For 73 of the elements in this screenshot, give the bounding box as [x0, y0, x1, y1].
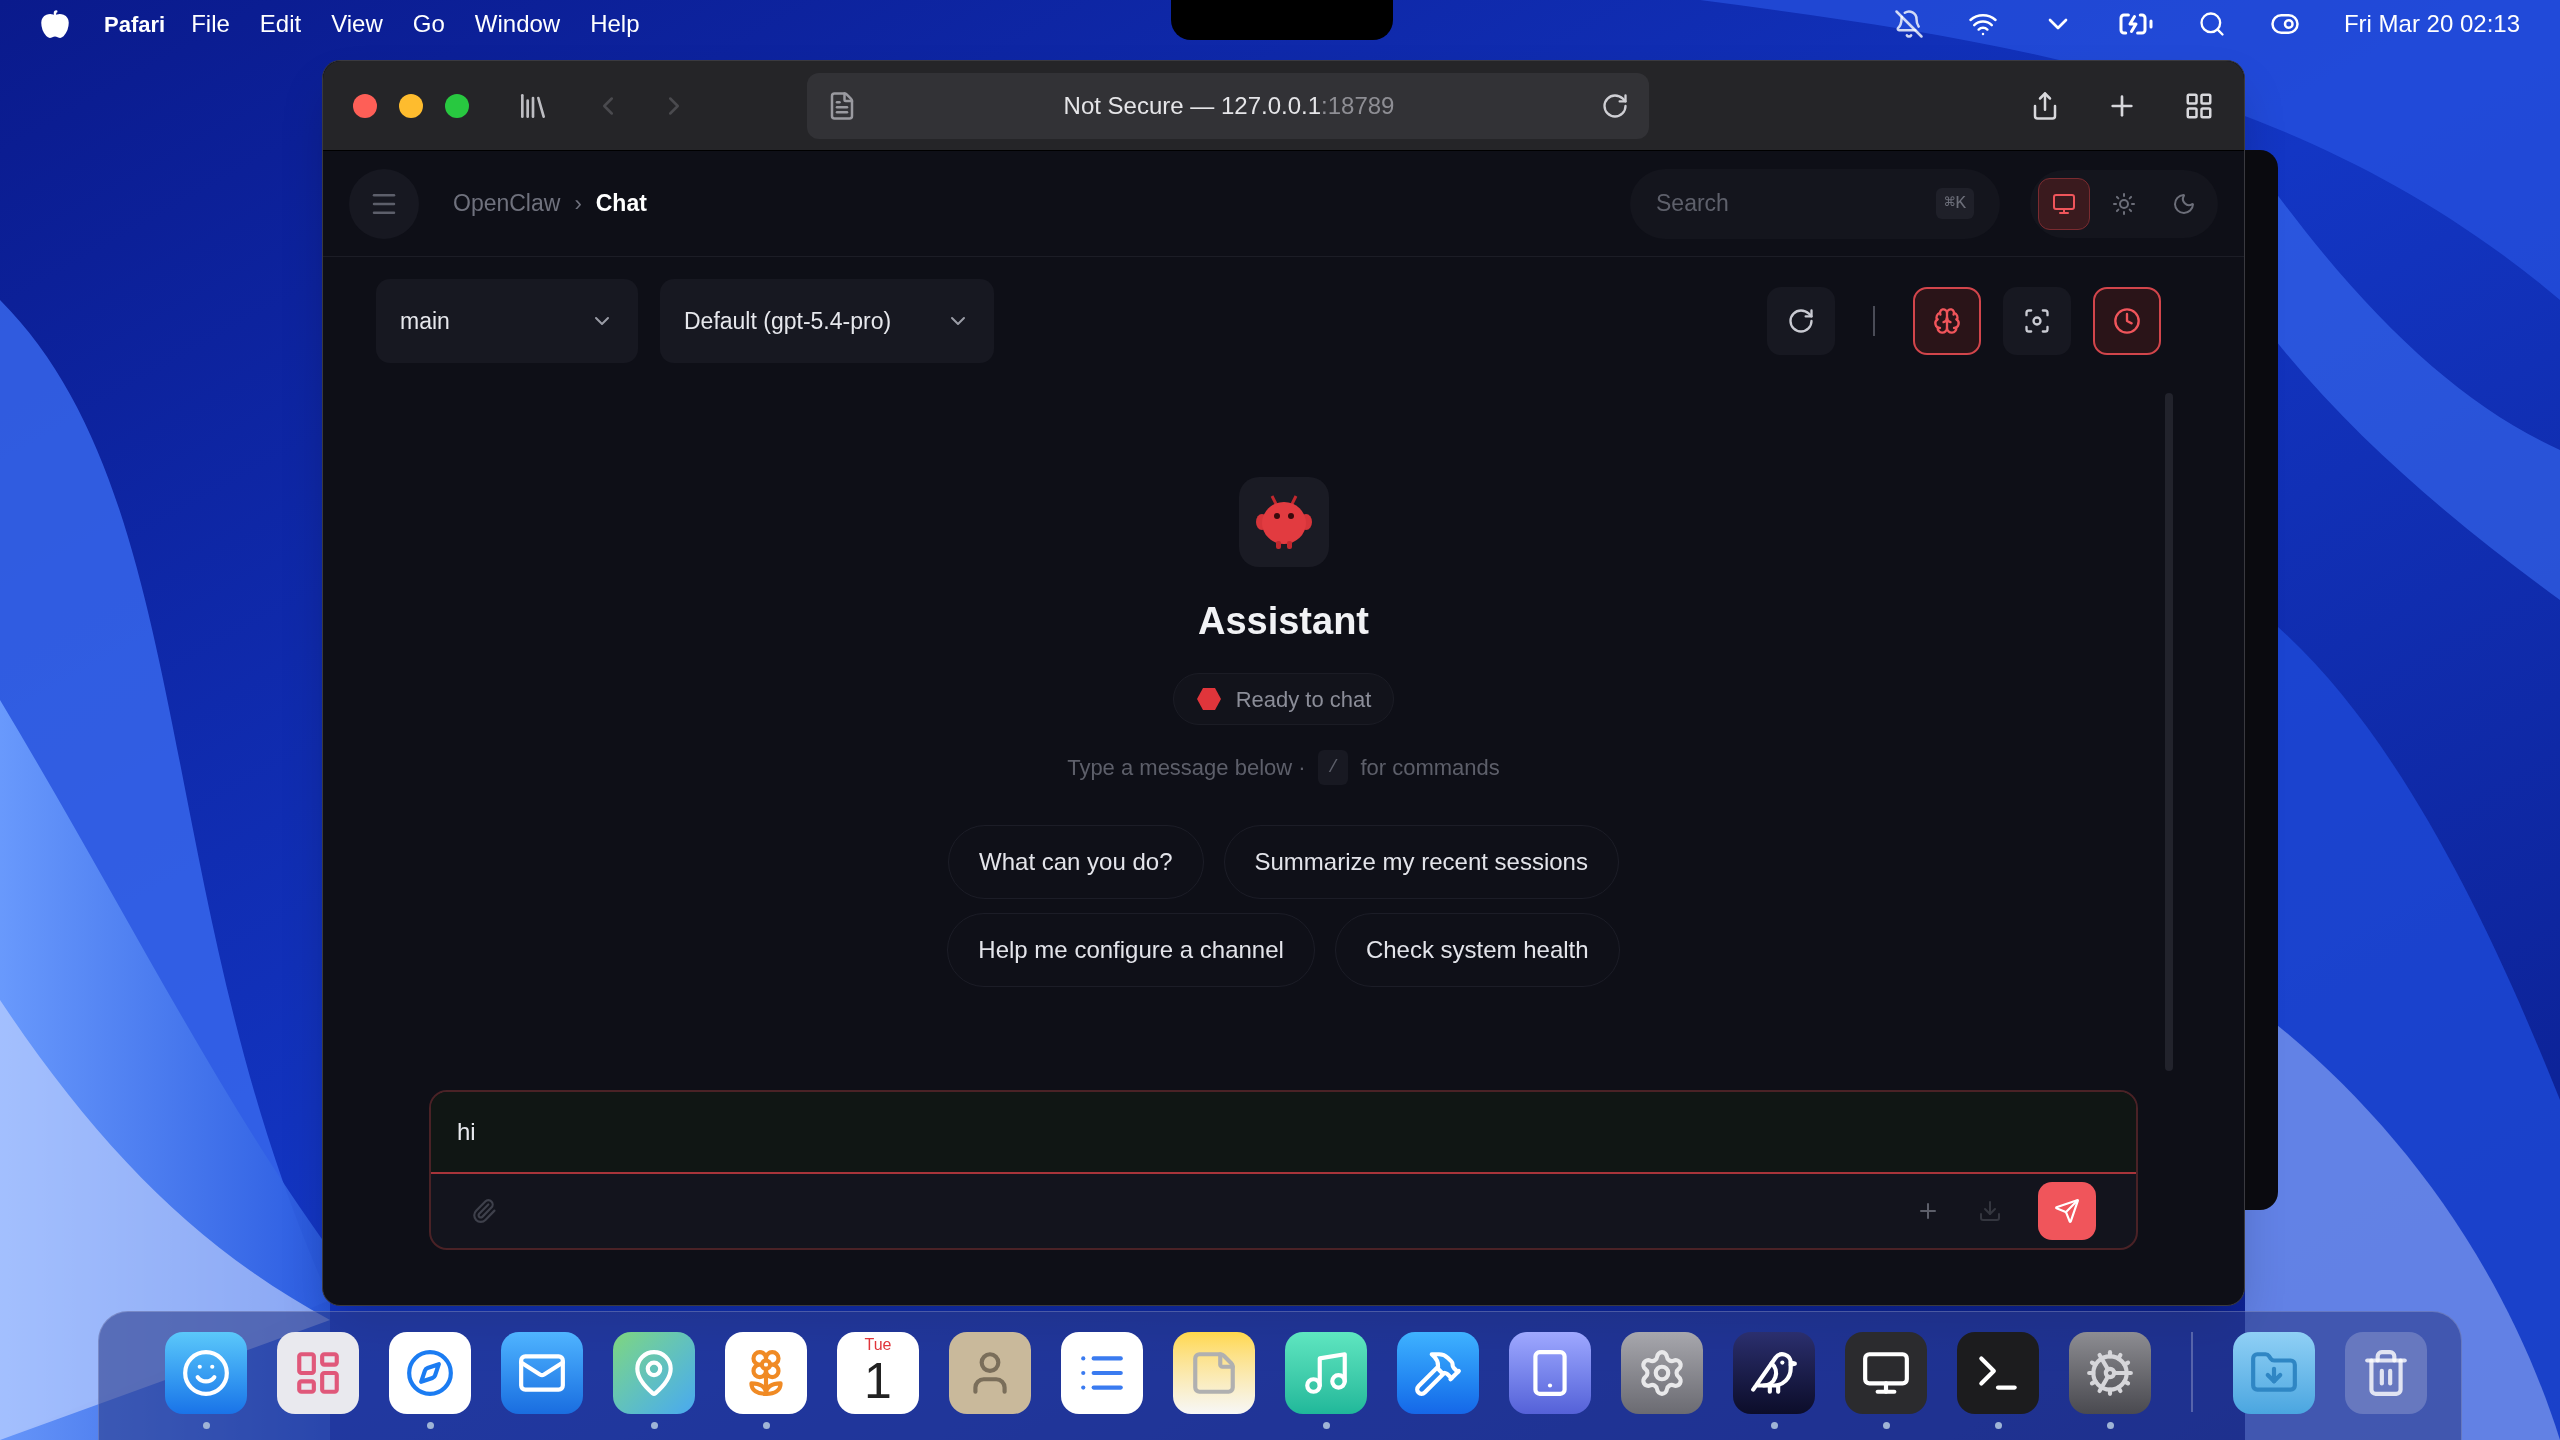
search-icon[interactable] [2197, 10, 2226, 38]
address-bar[interactable]: Not Secure — 127.0.0.1:18789 [807, 72, 1649, 139]
monitor-toggle[interactable] [2038, 177, 2090, 230]
monitor-icon[interactable] [1845, 1332, 1927, 1414]
suggestion-chip[interactable]: Check system health [1334, 913, 1620, 987]
breadcrumb-separator: › [574, 190, 582, 218]
calendar-date: 1 [864, 1354, 892, 1408]
suggestion-chip[interactable]: What can you do? [948, 825, 1204, 899]
calendar-day: Tue [864, 1336, 892, 1354]
hint-text: Type a message below · [1067, 754, 1306, 782]
suggestion-chip[interactable]: Summarize my recent sessions [1223, 825, 1619, 899]
folder-icon[interactable] [2233, 1332, 2315, 1414]
breadcrumb-current: Chat [595, 189, 647, 219]
face-icon[interactable] [165, 1332, 247, 1414]
bell-off-icon[interactable] [1893, 9, 1924, 39]
menu-item[interactable]: File [191, 6, 230, 42]
close-window-button[interactable] [353, 93, 377, 118]
focus-icon [2023, 307, 2051, 335]
address-text: Not Secure — 127.0.0.1 [1063, 90, 1322, 121]
light-icon [2112, 191, 2136, 216]
apple-icon[interactable] [40, 9, 70, 39]
tools-icon[interactable] [1397, 1332, 1479, 1414]
reload-icon[interactable] [1601, 91, 1629, 120]
refresh-button[interactable] [1767, 287, 1835, 355]
phone-icon[interactable] [1509, 1332, 1591, 1414]
menu-item[interactable]: View [331, 6, 383, 42]
system-icon [2052, 191, 2076, 216]
message-input[interactable]: hi [431, 1092, 2136, 1174]
grid-icon[interactable] [277, 1332, 359, 1414]
address-port: :18789 [1321, 90, 1395, 121]
menu-item[interactable]: Go [412, 6, 445, 42]
menu-item[interactable]: Window [474, 6, 561, 42]
shortcut-key: ⌘K [1936, 188, 1974, 219]
trash-icon[interactable] [2345, 1332, 2427, 1414]
gear-icon[interactable] [1621, 1332, 1703, 1414]
brain-button[interactable] [1913, 287, 1981, 355]
contact-icon[interactable] [949, 1332, 1031, 1414]
envelope-icon[interactable] [501, 1332, 583, 1414]
suggestion-chip[interactable]: Help me configure a channel [947, 913, 1315, 987]
calendar-icon[interactable]: Tue 1 [837, 1332, 919, 1414]
refresh-icon [1787, 307, 1815, 335]
clock-button[interactable] [2093, 287, 2161, 355]
list-icon[interactable] [1061, 1332, 1143, 1414]
hint-text: for commands [1360, 754, 1500, 782]
menu-item[interactable]: Edit [259, 6, 302, 42]
menu-item[interactable]: Help [590, 6, 640, 42]
assistant-title: Assistant [1197, 599, 1370, 643]
send-button[interactable] [2038, 1182, 2096, 1240]
model-select[interactable]: Default (gpt-5.4-pro) [660, 279, 994, 363]
minimize-window-button[interactable] [399, 93, 423, 118]
creature-icon [1253, 494, 1314, 550]
session-select[interactable]: main [376, 279, 638, 363]
brain-icon [1933, 307, 1961, 335]
cog-icon[interactable] [2069, 1332, 2151, 1414]
slash-key: / [1317, 750, 1349, 785]
send-icon [2054, 1198, 2080, 1224]
status-icon [1195, 687, 1222, 711]
music-note-icon[interactable] [1285, 1332, 1367, 1414]
bird-icon[interactable] [1733, 1332, 1815, 1414]
clock-icon [2113, 307, 2141, 335]
terminal-icon[interactable] [1957, 1332, 2039, 1414]
menu-app-name[interactable]: Pafari [104, 7, 166, 41]
search-field[interactable]: Search [1656, 186, 1937, 221]
map-icon[interactable] [613, 1332, 695, 1414]
menu-clock[interactable]: Fri Mar 20 02:13 [2343, 6, 2520, 42]
focus-button[interactable] [2003, 287, 2071, 355]
compass-icon[interactable] [389, 1332, 471, 1414]
zoom-window-button[interactable] [445, 93, 469, 118]
status-text: Ready to chat [1235, 685, 1372, 714]
flower-icon[interactable] [725, 1332, 807, 1414]
breadcrumb-link[interactable]: OpenClaw [453, 186, 561, 221]
dark-icon [2172, 191, 2196, 216]
notepad-icon[interactable] [1173, 1332, 1255, 1414]
